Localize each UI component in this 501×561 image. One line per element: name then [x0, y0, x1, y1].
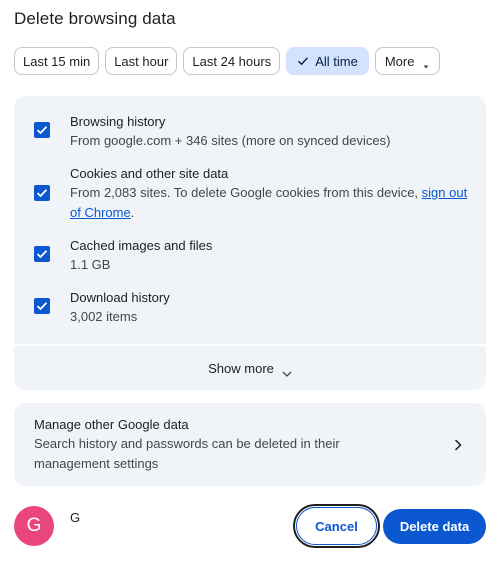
manage-other-google-data-row[interactable]: Manage other Google data Search history …	[14, 403, 486, 486]
item-subtitle: From google.com + 346 sites (more on syn…	[70, 133, 391, 148]
chevron-down-icon	[282, 365, 292, 377]
check-icon	[36, 189, 48, 198]
chip-all-time[interactable]: All time	[286, 47, 369, 75]
show-more-button[interactable]: Show more	[14, 346, 486, 390]
avatar: G	[14, 506, 54, 546]
chip-label: Last 24 hours	[192, 53, 272, 69]
chip-last-15-min[interactable]: Last 15 min	[14, 47, 100, 75]
manage-subtitle: Search history and passwords can be dele…	[34, 436, 340, 471]
item-subtitle: 3,002 items	[70, 309, 138, 324]
check-icon	[36, 250, 48, 259]
item-title: Cookies and other site data	[70, 166, 229, 181]
item-subtitle: 1.1 GB	[70, 257, 111, 272]
delete-browsing-data-dialog: Delete browsing data Last 15 min Last ho…	[0, 0, 501, 561]
chip-more-dropdown[interactable]: More	[374, 47, 441, 75]
checkbox-cookies[interactable]	[34, 185, 50, 201]
chip-last-hour[interactable]: Last hour	[105, 47, 178, 75]
chip-last-24-hours[interactable]: Last 24 hours	[183, 47, 281, 75]
dialog-title: Delete browsing data	[14, 9, 176, 28]
check-icon	[297, 55, 309, 67]
account-name: G	[70, 510, 80, 525]
data-types-panel: Browsing history From google.com + 346 s…	[14, 96, 486, 390]
checkbox-download-history[interactable]	[34, 298, 50, 314]
caret-down-icon	[422, 58, 430, 69]
item-subtitle-end: .	[130, 205, 135, 220]
checkbox-browsing-history[interactable]	[34, 122, 50, 138]
checkbox-cached-images[interactable]	[34, 246, 50, 262]
check-icon	[36, 302, 48, 311]
chip-label: Last hour	[114, 53, 169, 69]
chip-label: All time	[315, 53, 358, 69]
manage-title: Manage other Google data	[34, 417, 189, 432]
chevron-right-icon	[454, 438, 462, 451]
delete-data-button[interactable]: Delete data	[383, 509, 486, 544]
chip-label: More	[384, 53, 415, 69]
item-subtitle-text: From 2,083 sites. To delete Google cooki…	[70, 185, 419, 200]
item-subtitle: From 2,083 sites. To delete Google cooki…	[70, 183, 480, 223]
chip-label: Last 15 min	[23, 53, 91, 69]
item-title: Cached images and files	[70, 238, 213, 253]
item-title: Download history	[70, 290, 170, 305]
item-title: Browsing history	[70, 114, 166, 129]
time-range-chips: Last 15 min Last hour Last 24 hours All …	[14, 47, 441, 75]
show-more-label: Show more	[208, 360, 274, 376]
data-types-list: Browsing history From google.com + 346 s…	[14, 96, 486, 344]
cancel-button[interactable]: Cancel	[293, 504, 380, 548]
check-icon	[36, 126, 48, 135]
